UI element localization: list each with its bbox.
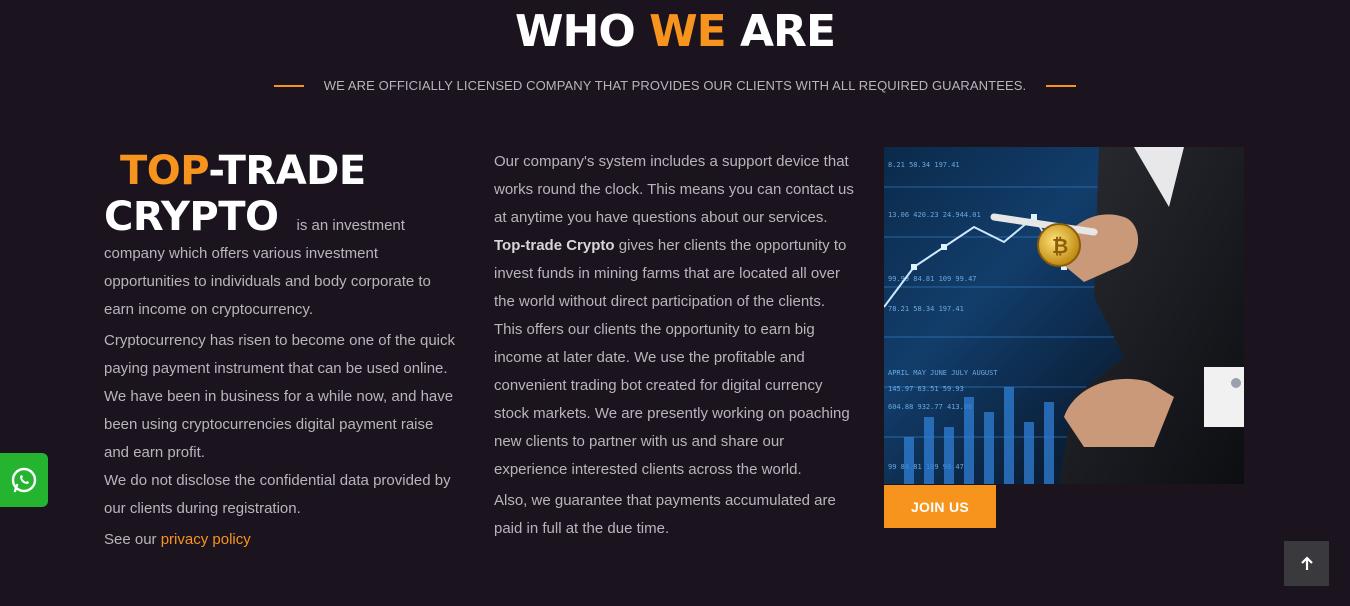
svg-text:145.97 63.51 59.93: 145.97 63.51 59.93	[888, 385, 964, 393]
section-subtitle: WE ARE OFFICIALLY LICENSED COMPANY THAT …	[0, 78, 1350, 93]
intro-paragraph: company which offers various investment …	[104, 245, 431, 318]
paragraph-cryptocurrency: Cryptocurrency has risen to become one o…	[104, 332, 456, 461]
svg-text:APRIL MAY JUNE JULY AUGUST: APRIL MAY JUNE JULY AUGUST	[888, 369, 998, 377]
left-divider	[273, 84, 304, 87]
brand-line-2: CRYPTO is an investment	[104, 194, 460, 240]
join-us-button[interactable]: JOIN US	[884, 485, 996, 528]
subtitle-text: WE ARE OFFICIALLY LICENSED COMPANY THAT …	[323, 78, 1027, 93]
brand-rest: -TRADE	[208, 148, 366, 194]
brand-line2-text: CRYPTO	[104, 194, 279, 240]
intro-tail: is an investment	[296, 217, 405, 234]
privacy-policy-link[interactable]: privacy policy	[161, 531, 251, 548]
system-text-a: Our company's system includes a support …	[494, 153, 854, 226]
back-to-top-button[interactable]	[1284, 541, 1329, 586]
about-column-middle: Our company's system includes a support …	[494, 148, 856, 543]
paragraph-confidential: We do not disclose the confidential data…	[104, 472, 451, 517]
title-part-2: ARE	[725, 6, 836, 57]
privacy-prefix: See our	[104, 531, 161, 548]
arrow-up-icon	[1300, 555, 1313, 570]
title-part-1: WHO	[515, 6, 650, 57]
trading-illustration: 8.21 58.34 197.4113.06 420.23 24.944.01 …	[884, 147, 1244, 484]
svg-text:604.88 932.77 413.06: 604.88 932.77 413.06	[888, 403, 972, 411]
svg-text:8.21 58.34 197.41: 8.21 58.34 197.41	[888, 161, 960, 169]
svg-text:99.99 84.81 109 99.47: 99.99 84.81 109 99.47	[888, 275, 977, 283]
paragraph-guarantee: Also, we guarantee that payments accumul…	[494, 492, 836, 537]
system-text-b: gives her clients the opportunity to inv…	[494, 237, 850, 478]
company-name-bold: Top-trade Crypto	[494, 237, 615, 254]
right-divider	[1046, 84, 1077, 87]
brand-accent: TOP	[120, 148, 209, 194]
title-accent: WE	[649, 6, 727, 57]
privacy-line: See our privacy policy	[104, 526, 460, 554]
svg-text:13.06 420.23 24.944.01: 13.06 420.23 24.944.01	[888, 211, 981, 219]
brand-name: TOP-TRADE	[104, 148, 460, 194]
svg-text:₿: ₿	[1052, 234, 1068, 258]
about-column-left: TOP-TRADE CRYPTO is an investment compan…	[104, 148, 460, 554]
whatsapp-button[interactable]	[0, 453, 48, 507]
svg-text:78.21 58.34 197.41: 78.21 58.34 197.41	[888, 305, 964, 313]
trading-photo: 8.21 58.34 197.41 13.06 420.23 24.944.01 …	[884, 147, 1244, 484]
whatsapp-icon	[11, 467, 37, 493]
section-title: WHO WE ARE	[0, 6, 1350, 57]
paragraph-system: Our company's system includes a support …	[494, 148, 856, 484]
